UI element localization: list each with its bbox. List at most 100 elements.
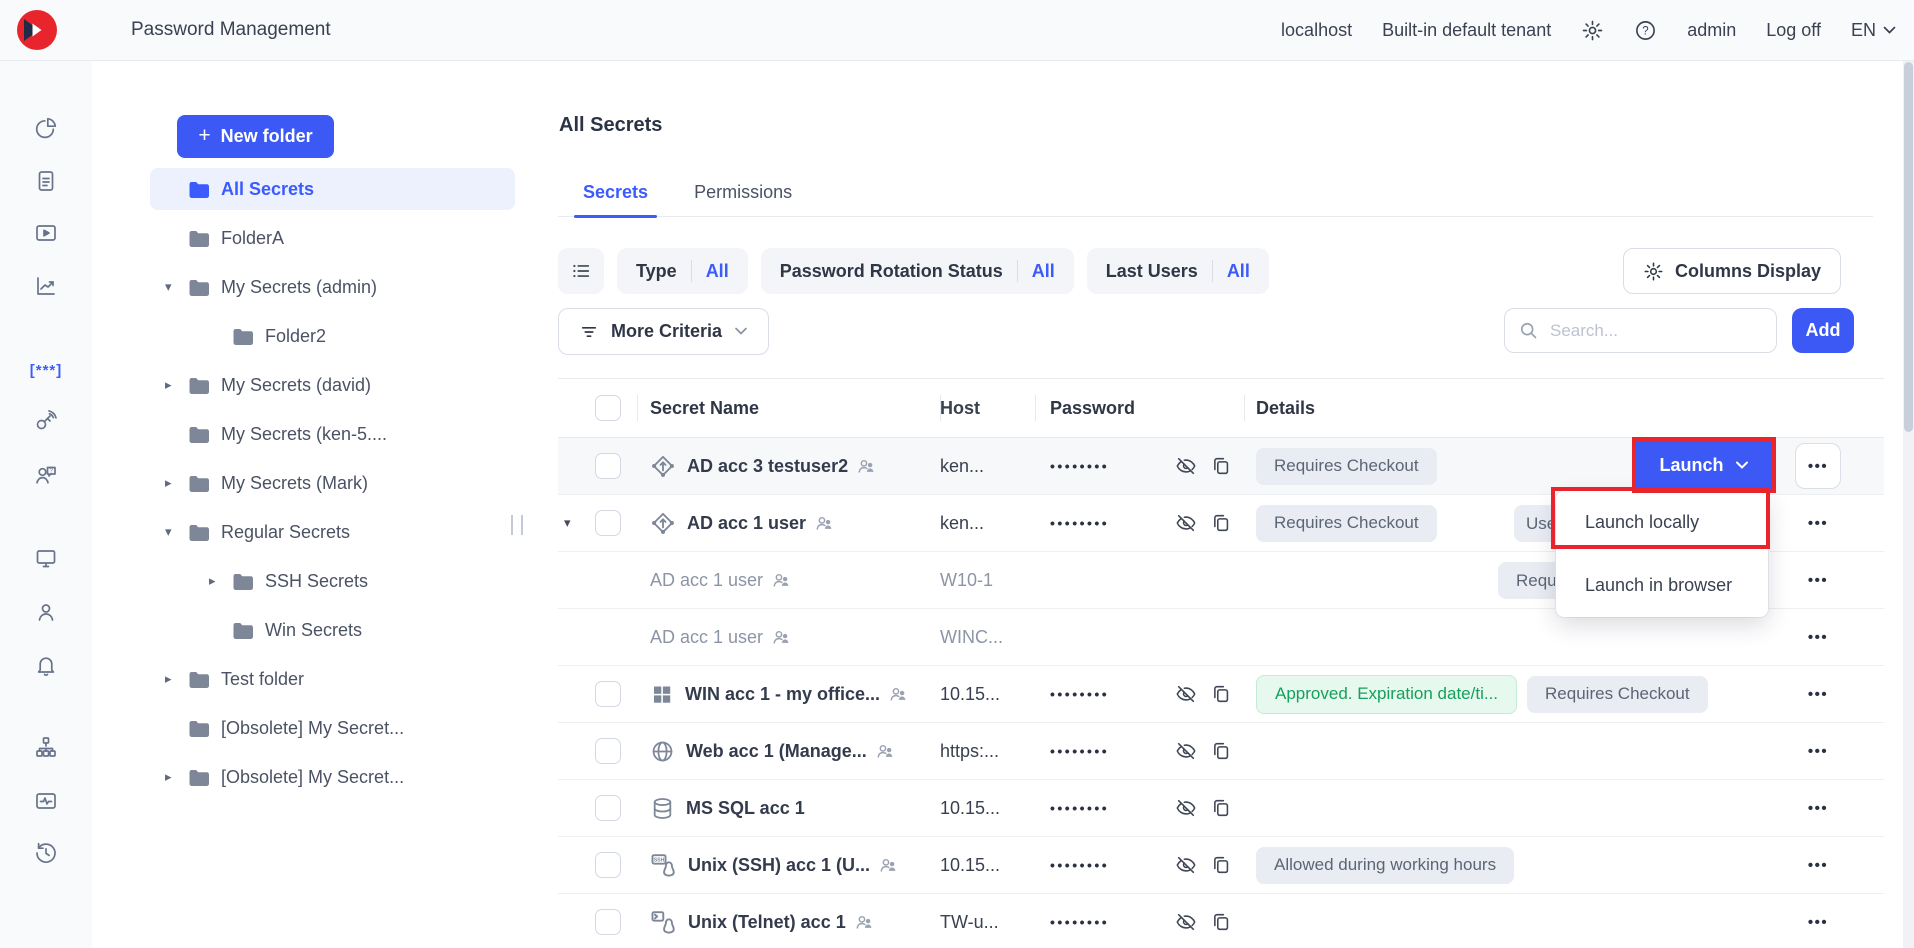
- row-checkbox[interactable]: [595, 681, 621, 707]
- copy-icon[interactable]: [1210, 740, 1232, 762]
- folder-tree-item-6[interactable]: ▸My Secrets (Mark): [150, 462, 515, 504]
- row-expand-caret-icon[interactable]: ▾: [564, 515, 571, 531]
- nav-computers-icon[interactable]: [26, 540, 66, 576]
- menu-item-launch-in-browser[interactable]: Launch in browser: [1556, 554, 1768, 617]
- columns-display-button[interactable]: Columns Display: [1623, 248, 1841, 294]
- language-selector[interactable]: EN: [1851, 20, 1896, 41]
- filter-password-rotation-status[interactable]: Password Rotation StatusAll: [761, 248, 1074, 294]
- tree-caret-icon[interactable]: ▸: [150, 769, 188, 785]
- nav-password-manager-icon[interactable]: [***]: [26, 352, 66, 388]
- filter-type[interactable]: TypeAll: [617, 248, 748, 294]
- tree-caret-icon[interactable]: ▾: [150, 279, 188, 295]
- folder-tree-item-7[interactable]: ▾Regular Secrets: [150, 511, 515, 553]
- row-checkbox[interactable]: [595, 795, 621, 821]
- row-more-actions-button[interactable]: •••: [1795, 785, 1841, 831]
- copy-icon[interactable]: [1210, 455, 1232, 477]
- new-folder-button[interactable]: + New folder: [177, 115, 334, 158]
- folder-tree-item-1[interactable]: FolderA: [150, 217, 515, 259]
- eye-off-icon[interactable]: [1175, 512, 1197, 534]
- logoff-link[interactable]: Log off: [1766, 20, 1821, 41]
- row-more-actions-button[interactable]: •••: [1795, 671, 1841, 717]
- folder-tree-item-2[interactable]: ▾My Secrets (admin): [150, 266, 515, 308]
- copy-icon[interactable]: [1210, 797, 1232, 819]
- view-list-toggle[interactable]: [558, 248, 604, 294]
- secret-name[interactable]: MS SQL acc 1: [686, 798, 805, 819]
- nav-user-request-icon[interactable]: ?: [26, 457, 66, 493]
- nav-pie-chart-icon[interactable]: [26, 110, 66, 146]
- tree-caret-icon[interactable]: ▸: [150, 377, 188, 393]
- nav-reports-document-icon[interactable]: [26, 163, 66, 199]
- eye-off-icon[interactable]: [1175, 740, 1197, 762]
- nav-session-monitoring-icon[interactable]: [26, 783, 66, 819]
- eye-off-icon[interactable]: [1175, 911, 1197, 933]
- nav-history-icon[interactable]: [26, 835, 66, 871]
- nav-org-structure-icon[interactable]: [26, 729, 66, 765]
- copy-icon[interactable]: [1210, 683, 1232, 705]
- folder-tree-item-9[interactable]: Win Secrets: [150, 609, 515, 651]
- secret-name[interactable]: Unix (Telnet) acc 1: [688, 912, 846, 933]
- nav-users-icon[interactable]: [26, 594, 66, 630]
- settings-gear-icon[interactable]: [1581, 19, 1604, 42]
- vertical-scrollbar[interactable]: [1903, 60, 1914, 948]
- tree-caret-icon[interactable]: ▸: [150, 671, 188, 687]
- folder-tree-item-11[interactable]: [Obsolete] My Secret...: [150, 707, 515, 749]
- secret-name[interactable]: AD acc 3 testuser2: [687, 456, 848, 477]
- eye-off-icon[interactable]: [1175, 797, 1197, 819]
- secret-name[interactable]: AD acc 1 user: [650, 627, 763, 648]
- row-more-actions-button[interactable]: •••: [1795, 557, 1841, 603]
- secret-name[interactable]: WIN acc 1 - my office...: [685, 684, 880, 705]
- folder-tree-item-3[interactable]: Folder2: [150, 315, 515, 357]
- row-more-actions-button[interactable]: •••: [1795, 899, 1841, 945]
- tab-permissions[interactable]: Permissions: [694, 168, 792, 216]
- help-icon[interactable]: ?: [1634, 19, 1657, 42]
- row-checkbox[interactable]: [595, 453, 621, 479]
- folder-tree-item-8[interactable]: ▸SSH Secrets: [150, 560, 515, 602]
- eye-off-icon[interactable]: [1175, 683, 1197, 705]
- search-input[interactable]: [1548, 320, 1763, 342]
- current-user[interactable]: admin: [1687, 20, 1736, 41]
- row-more-actions-button[interactable]: •••: [1795, 443, 1841, 489]
- nav-access-key-icon[interactable]: [26, 403, 66, 439]
- filter-value[interactable]: All: [706, 261, 729, 282]
- nav-session-recordings-icon[interactable]: [26, 215, 66, 251]
- row-more-actions-button[interactable]: •••: [1795, 728, 1841, 774]
- tree-caret-icon[interactable]: ▸: [150, 475, 188, 491]
- folder-tree-item-4[interactable]: ▸My Secrets (david): [150, 364, 515, 406]
- folder-tree-item-0[interactable]: All Secrets: [150, 168, 515, 210]
- eye-off-icon[interactable]: [1175, 455, 1197, 477]
- row-checkbox[interactable]: [595, 738, 621, 764]
- tree-caret-icon[interactable]: ▾: [150, 524, 188, 540]
- row-more-actions-button[interactable]: •••: [1795, 842, 1841, 888]
- select-all-checkbox[interactable]: [595, 395, 621, 421]
- eye-off-icon[interactable]: [1175, 854, 1197, 876]
- tree-caret-icon[interactable]: ▸: [194, 573, 232, 589]
- scrollbar-thumb[interactable]: [1904, 62, 1913, 432]
- copy-icon[interactable]: [1210, 512, 1232, 534]
- launch-button[interactable]: Launch: [1636, 441, 1772, 489]
- menu-item-launch-locally[interactable]: Launch locally: [1556, 491, 1768, 554]
- filter-value[interactable]: All: [1227, 261, 1250, 282]
- row-more-actions-button[interactable]: •••: [1795, 500, 1841, 546]
- secret-name[interactable]: AD acc 1 user: [687, 513, 806, 534]
- row-checkbox[interactable]: [595, 909, 621, 935]
- tab-secrets[interactable]: Secrets: [583, 168, 648, 216]
- row-more-actions-button[interactable]: •••: [1795, 614, 1841, 660]
- folder-tree-item-5[interactable]: My Secrets (ken-5....: [150, 413, 515, 455]
- folder-tree-item-10[interactable]: ▸Test folder: [150, 658, 515, 700]
- sidebar-resize-handle[interactable]: [511, 515, 523, 535]
- nav-notifications-icon[interactable]: [26, 647, 66, 683]
- filter-value[interactable]: All: [1032, 261, 1055, 282]
- secret-name[interactable]: Web acc 1 (Manage...: [686, 741, 867, 762]
- filter-last-users[interactable]: Last UsersAll: [1087, 248, 1269, 294]
- row-checkbox[interactable]: [595, 510, 621, 536]
- secret-name[interactable]: AD acc 1 user: [650, 570, 763, 591]
- add-secret-button[interactable]: Add: [1792, 308, 1854, 353]
- folder-tree-item-12[interactable]: ▸[Obsolete] My Secret...: [150, 756, 515, 798]
- copy-icon[interactable]: [1210, 854, 1232, 876]
- copy-icon[interactable]: [1210, 911, 1232, 933]
- secret-name[interactable]: Unix (SSH) acc 1 (U...: [688, 855, 870, 876]
- row-checkbox[interactable]: [595, 852, 621, 878]
- product-logo-icon: [17, 10, 57, 50]
- nav-analytics-chart-icon[interactable]: [26, 268, 66, 304]
- more-criteria-button[interactable]: More Criteria: [558, 308, 769, 355]
